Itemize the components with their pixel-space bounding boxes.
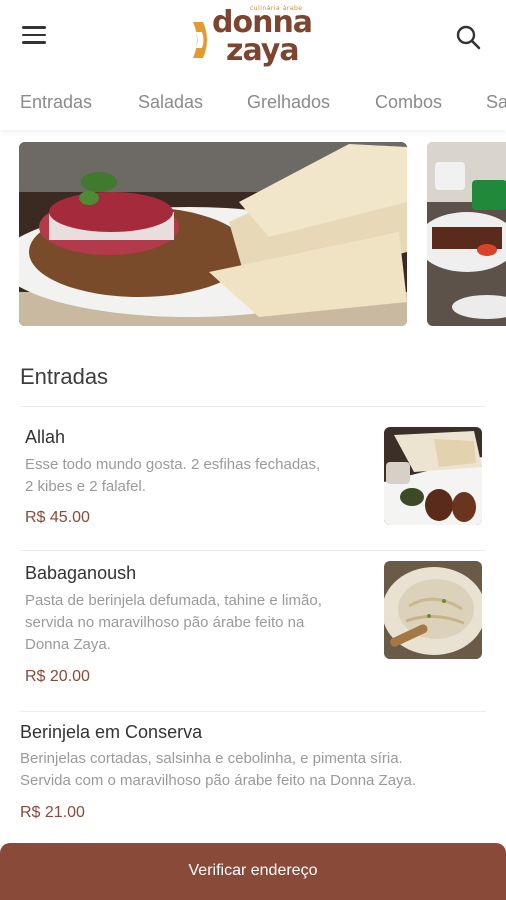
menu-item-babaganoush[interactable]: Babaganoush Pasta de berinjela defumada,… (0, 551, 506, 711)
brand-logo: culinária árabe donna zaya (190, 2, 320, 72)
section-title-entradas: Entradas (20, 364, 109, 389)
item-name: Babaganoush (25, 563, 137, 583)
item-name: Allah (25, 427, 66, 447)
logo-word-zaya: zaya (226, 33, 300, 68)
tab-partial[interactable]: Sa (486, 92, 506, 113)
item-price: R$ 20.00 (25, 668, 90, 685)
item-price: R$ 21.00 (20, 804, 85, 821)
category-tabs: Entradas Saladas Grelhados Combos Sa (0, 78, 506, 130)
verify-address-label: Verificar endereço (188, 862, 318, 879)
item-photo (384, 561, 482, 659)
item-photo (384, 427, 482, 525)
logo-mark-icon (193, 22, 207, 58)
app-header: culinária árabe donna zaya (0, 0, 506, 78)
verify-address-button[interactable]: Verificar endereço (0, 843, 506, 900)
hamburger-menu-icon[interactable] (22, 26, 48, 46)
banner-image-next[interactable] (427, 142, 506, 326)
item-description: Pasta de berinjela defumada, tahine e li… (25, 592, 322, 653)
tab-entradas[interactable]: Entradas (20, 92, 92, 113)
menu-item-allah[interactable]: Allah Esse todo mundo gosta. 2 esfihas f… (0, 407, 506, 550)
item-description: Esse todo mundo gosta. 2 esfihas fechada… (25, 456, 321, 495)
item-price: R$ 45.00 (25, 509, 90, 526)
banner-image-main[interactable] (19, 142, 407, 326)
item-name: Berinjela em Conserva (20, 722, 203, 742)
tab-grelhados[interactable]: Grelhados (247, 92, 330, 113)
menu-item-berinjela-em-conserva[interactable]: Berinjela em Conserva Berinjelas cortada… (0, 712, 506, 842)
tab-saladas[interactable]: Saladas (138, 92, 203, 113)
item-description: Berinjelas cortadas, salsinha e cebolinh… (20, 750, 417, 789)
tab-combos[interactable]: Combos (375, 92, 442, 113)
search-icon[interactable] (455, 24, 483, 52)
